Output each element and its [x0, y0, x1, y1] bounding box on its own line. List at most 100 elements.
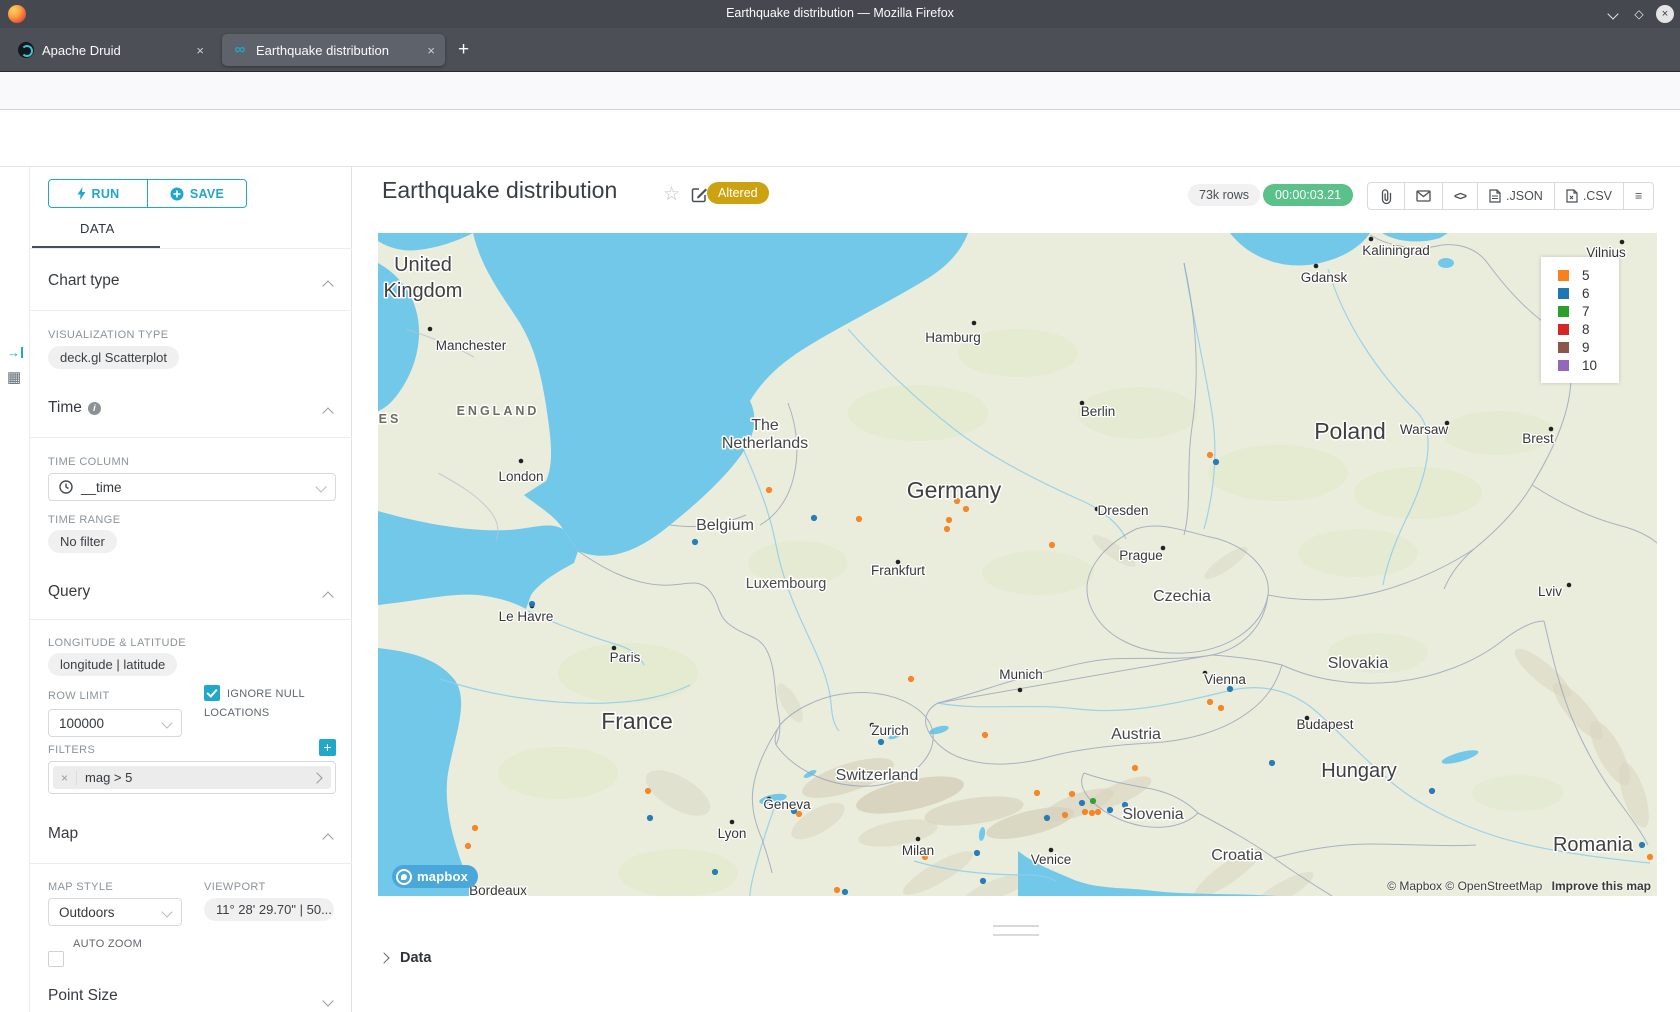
legend-item: 6: [1558, 284, 1619, 302]
legend-label: 9: [1582, 340, 1590, 355]
tab-close-icon[interactable]: ×: [196, 43, 204, 58]
section-time[interactable]: Timei: [48, 399, 336, 417]
dataset-grid-icon[interactable]: ▦: [7, 368, 21, 386]
city-dot: [916, 837, 921, 842]
map-canvas: UnitedKingdomGermanyFrancePolandHungaryR…: [378, 233, 1657, 896]
earthquake-point: [1089, 810, 1095, 816]
earthquake-point: [1207, 452, 1213, 458]
tab-apache-druid[interactable]: Apache Druid ×: [8, 34, 214, 66]
section-map[interactable]: Map: [48, 825, 336, 843]
lonlat-value[interactable]: longitude | latitude: [48, 653, 177, 676]
code-icon: <>: [1454, 189, 1466, 203]
paperclip-icon: [1379, 189, 1393, 204]
time-range-value[interactable]: No filter: [48, 530, 117, 553]
mapbox-circle-icon: [396, 869, 412, 885]
export-json-button[interactable]: .JSON: [1478, 183, 1555, 209]
run-save-group: RUN SAVE: [48, 179, 247, 208]
superset-favicon-icon: ∞: [232, 42, 248, 58]
resize-drag-handle[interactable]: [993, 925, 1039, 936]
more-actions-menu[interactable]: ≡: [1624, 183, 1653, 209]
map-label: Switzerland: [836, 767, 919, 784]
earthquake-point: [1049, 542, 1055, 548]
viewport-label: VIEWPORT: [204, 881, 266, 893]
edit-properties-icon[interactable]: [691, 186, 708, 203]
window-close-icon[interactable]: ×: [1656, 5, 1674, 23]
row-limit-select[interactable]: 100000: [48, 709, 182, 737]
map-style-select[interactable]: Outdoors: [48, 898, 182, 926]
map-label: Lviv: [1538, 584, 1562, 599]
legend-item: 7: [1558, 302, 1619, 320]
time-range-label: TIME RANGE: [48, 514, 120, 526]
earthquake-point: [974, 850, 980, 856]
ignore-null-checkbox[interactable]: [204, 685, 220, 701]
earthquake-point: [946, 517, 952, 523]
export-csv-button[interactable]: .CSV: [1555, 183, 1624, 209]
expand-filter-icon[interactable]: [311, 772, 322, 783]
legend-swatch: [1558, 360, 1569, 371]
save-button[interactable]: SAVE: [148, 180, 246, 207]
map-label: Manchester: [436, 338, 507, 353]
query-timer-badge: 00:00:03.21: [1263, 184, 1353, 206]
legend-label: 7: [1582, 304, 1590, 319]
attribution-osm[interactable]: © OpenStreetMap: [1445, 879, 1542, 893]
email-button[interactable]: [1405, 183, 1443, 209]
superset-navbar: ∞ Superset Dashboards Charts SQL Lab▾ Da…: [0, 110, 1680, 167]
map-label: Paris: [610, 650, 641, 665]
auto-zoom-checkbox[interactable]: [48, 951, 64, 967]
earthquake-point: [645, 788, 651, 794]
run-button[interactable]: RUN: [49, 180, 148, 207]
legend-item: 5: [1558, 266, 1619, 284]
ignore-null-label-1: IGNORE NULL: [227, 688, 305, 700]
chart-title[interactable]: Earthquake distribution: [382, 177, 617, 204]
attribution-mapbox[interactable]: © Mapbox: [1387, 879, 1442, 893]
remove-filter-icon[interactable]: ×: [53, 771, 77, 785]
earthquake-point: [1213, 459, 1219, 465]
mapbox-logo[interactable]: mapbox: [392, 865, 478, 888]
time-column-select[interactable]: __time: [48, 473, 336, 501]
tab-earthquake-distribution[interactable]: ∞ Earthquake distribution ×: [222, 34, 445, 66]
add-filter-button[interactable]: +: [319, 739, 336, 756]
lightning-icon: [77, 187, 86, 200]
data-panel-toggle[interactable]: Data: [380, 950, 431, 966]
legend-swatch: [1558, 342, 1569, 353]
section-query[interactable]: Query: [48, 583, 336, 601]
window-minimize-icon[interactable]: [1604, 5, 1622, 23]
map-label: United: [394, 254, 452, 276]
favorite-star-icon[interactable]: ☆: [663, 183, 680, 206]
expand-dataset-panel-icon[interactable]: →: [7, 345, 23, 360]
filter-container: × mag > 5: [48, 761, 336, 794]
viz-type-value[interactable]: deck.gl Scatterplot: [48, 346, 179, 369]
viewport-value[interactable]: 11° 28' 29.70" | 50...: [204, 898, 334, 921]
map-label: Netherlands: [722, 435, 808, 452]
envelope-icon: [1416, 190, 1431, 202]
attribution-improve-link[interactable]: Improve this map: [1552, 879, 1651, 893]
tab-data[interactable]: DATA: [80, 221, 115, 236]
earthquake-point: [1132, 765, 1138, 771]
control-panel: RUN SAVE DATA Chart type VISUALIZATION T…: [30, 167, 352, 1012]
earthquake-point: [963, 506, 969, 512]
section-chart-type[interactable]: Chart type: [48, 272, 336, 290]
earthquake-point: [766, 487, 772, 493]
copy-link-button[interactable]: [1368, 183, 1405, 209]
map-legend: 5678910: [1541, 257, 1619, 383]
window-maximize-icon[interactable]: ◇: [1630, 5, 1648, 23]
tab-close-icon[interactable]: ×: [427, 43, 435, 58]
earthquake-point: [1062, 812, 1068, 818]
new-tab-button[interactable]: +: [458, 40, 469, 60]
map-label: Hungary: [1321, 760, 1397, 782]
embed-code-button[interactable]: <>: [1443, 183, 1478, 209]
map-label: Romania: [1553, 834, 1634, 856]
tab-label: Earthquake distribution: [256, 43, 419, 58]
earthquake-point: [529, 601, 535, 607]
chart-actions-group: <> .JSON .CSV ≡: [1367, 182, 1654, 210]
map-label: Venice: [1031, 852, 1072, 867]
section-point-size[interactable]: Point Size: [48, 987, 336, 1005]
map-label: Slovenia: [1122, 806, 1183, 823]
earthquake-point: [1639, 842, 1645, 848]
map-label: Budapest: [1296, 717, 1353, 732]
earthquake-point: [982, 732, 988, 738]
earthquake-point: [1079, 800, 1085, 806]
deckgl-map[interactable]: UnitedKingdomGermanyFrancePolandHungaryR…: [378, 233, 1657, 896]
filter-chip[interactable]: × mag > 5: [53, 766, 331, 789]
city-dot: [1018, 688, 1023, 693]
